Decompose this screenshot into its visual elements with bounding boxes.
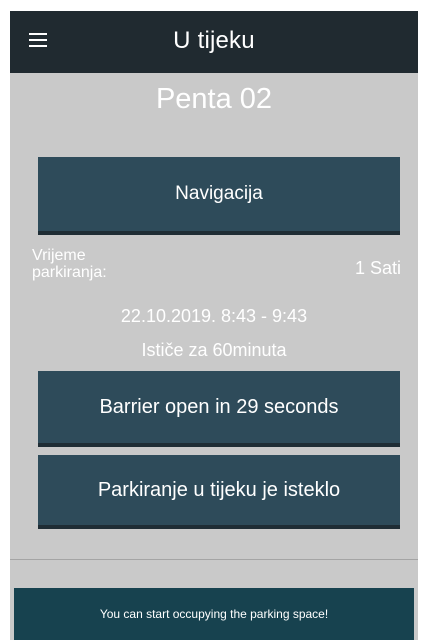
- divider: [10, 559, 418, 560]
- parking-in-progress-screen: U tijeku Penta 02 Navigacija Vrijeme par…: [10, 11, 418, 640]
- parking-expired-button[interactable]: Parkiranje u tijeku je isteklo: [38, 455, 400, 525]
- toast-message: You can start occupying the parking spac…: [14, 588, 414, 640]
- page-title: U tijeku: [173, 27, 255, 54]
- parking-duration-value: 1 Sati: [354, 258, 401, 278]
- parking-name: Penta 02: [155, 83, 273, 115]
- parking-time-interval: 22.10.2019. 8:43 - 9:43: [120, 306, 308, 326]
- parking-duration-label: Vrijeme parkiranja:: [32, 247, 107, 281]
- expires-countdown: Ističe za 60minuta: [141, 340, 287, 360]
- barrier-open-button[interactable]: Barrier open in 29 seconds: [38, 371, 400, 443]
- navigation-button[interactable]: Navigacija: [38, 157, 400, 231]
- app-bar: U tijeku: [10, 11, 418, 73]
